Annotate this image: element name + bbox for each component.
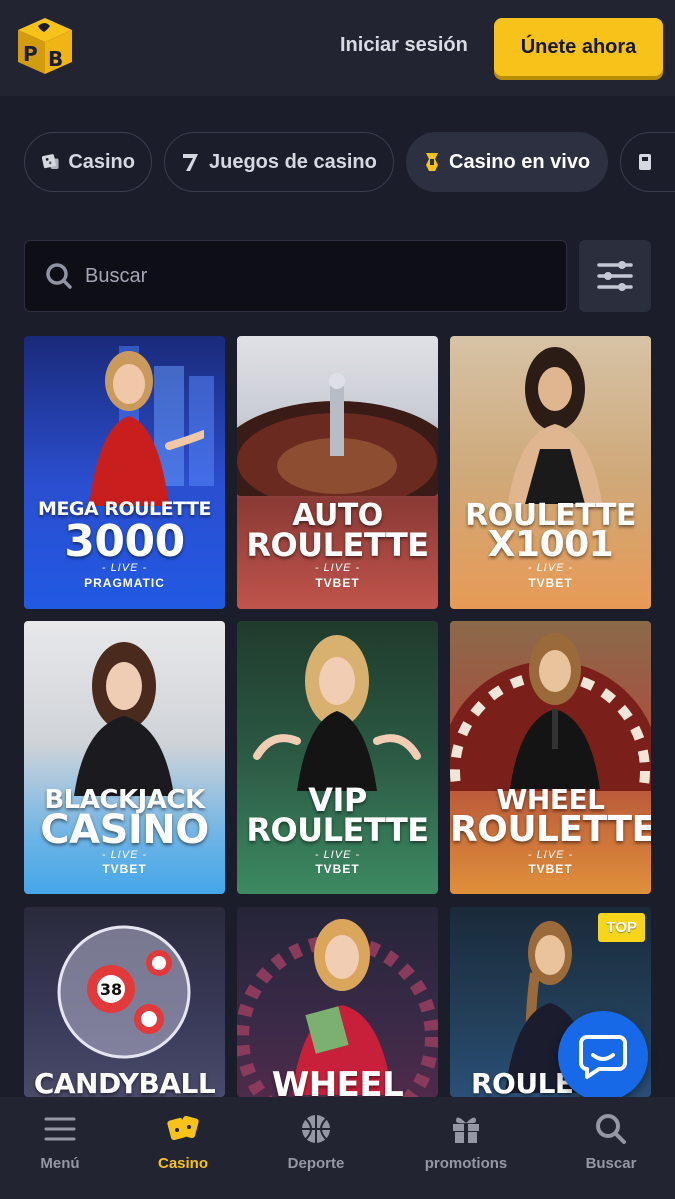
login-link[interactable]: Iniciar sesión (340, 34, 468, 57)
dice-icon (41, 154, 59, 170)
search-icon (46, 263, 72, 289)
category-tabs: Casino Juegos de casino Casino en vivo (24, 132, 675, 192)
search-icon (596, 1114, 626, 1144)
nav-label: Deporte (287, 1155, 345, 1172)
game-title: WHEEL (271, 1065, 404, 1097)
live-label: - LIVE - (527, 849, 574, 861)
basketball-icon (302, 1115, 330, 1143)
game-tile-mega-roulette[interactable]: MEGA ROULETTE 3000 - LIVE - PRAGMATIC (24, 336, 225, 609)
cards-icon (639, 154, 651, 170)
nav-search[interactable]: Buscar (571, 1097, 651, 1199)
nav-casino[interactable]: Casino (143, 1097, 223, 1199)
game-tile-wheel[interactable]: WHEEL (237, 907, 438, 1097)
game-tile-blackjack-casino[interactable]: BLACKJACK CASINO - LIVE - TVBET (24, 621, 225, 894)
live-casino-icon (426, 153, 438, 171)
game-subtitle: X1001 (487, 524, 614, 565)
game-subtitle: CASINO (40, 807, 209, 853)
nav-label: promotions (424, 1155, 508, 1172)
top-badge: TOP (598, 913, 645, 942)
search-input[interactable] (85, 264, 505, 288)
page: P B Iniciar sesión Únete ahora Casino Ju… (0, 0, 675, 1199)
dealer-image (89, 351, 204, 506)
live-label: - LIVE - (527, 562, 574, 574)
nav-label: Menú (40, 1155, 80, 1172)
casino-icon (167, 1115, 199, 1141)
brand-logo[interactable]: P B (14, 16, 76, 78)
provider-label: TVBET (102, 862, 147, 876)
provider-label: TVBET (528, 576, 573, 590)
provider-label: TVBET (315, 576, 360, 590)
header: P B Iniciar sesión Únete ahora (0, 0, 675, 96)
provider-label: TVBET (528, 862, 573, 876)
tab-live-casino[interactable]: Casino en vivo (406, 132, 608, 192)
svg-text:38: 38 (100, 980, 122, 999)
game-tile-candyball[interactable]: 38 CANDYBALL (24, 907, 225, 1097)
tab-label: Casino (68, 150, 135, 173)
game-tile-vip-roulette[interactable]: VIP ROULETTE - LIVE - TVBET (237, 621, 438, 894)
game-subtitle: ROULETTE (246, 526, 429, 564)
filter-button[interactable] (579, 240, 651, 312)
search-box (24, 240, 567, 312)
game-tile-auto-roulette[interactable]: AUTO ROULETTE - LIVE - TVBET (237, 336, 438, 609)
live-label: - LIVE - (101, 562, 148, 574)
nav-promotions[interactable]: promotions (416, 1097, 516, 1199)
dealer-image (510, 633, 600, 789)
game-tile-wheel-roulette[interactable]: WHEEL ROULETTE - LIVE - TVBET (450, 621, 651, 894)
join-now-button[interactable]: Únete ahora (494, 18, 663, 76)
bottom-navigation: Menú Casino Deporte promotions Buscar (0, 1097, 675, 1199)
tab-casino[interactable]: Casino (24, 132, 152, 192)
nav-label: Buscar (585, 1155, 637, 1172)
svg-text:P: P (23, 42, 38, 66)
nav-label: Casino (157, 1155, 208, 1172)
game-subtitle: 3000 (64, 516, 185, 567)
tab-casino-games[interactable]: Juegos de casino (164, 132, 394, 192)
live-label: - LIVE - (101, 849, 148, 861)
sliders-icon (597, 261, 633, 291)
game-subtitle: ROULETTE (450, 809, 651, 850)
dealer-image (508, 347, 602, 504)
roulette-wheel-image (237, 373, 438, 496)
provider-label: PRAGMATIC (84, 576, 165, 590)
game-title: CANDYBALL (33, 1067, 216, 1097)
nav-sport[interactable]: Deporte (276, 1097, 356, 1199)
hamburger-icon (44, 1117, 76, 1141)
game-subtitle: ROULETTE (246, 811, 429, 849)
live-label: - LIVE - (314, 562, 361, 574)
live-chat-button[interactable] (558, 1011, 648, 1101)
tab-more[interactable] (620, 132, 675, 192)
game-tile-roulette-x1001[interactable]: ROULETTE X1001 - LIVE - TVBET (450, 336, 651, 609)
tab-label: Casino en vivo (449, 150, 591, 173)
nav-menu[interactable]: Menú (20, 1097, 100, 1199)
dealer-image (74, 642, 174, 796)
live-label: - LIVE - (314, 849, 361, 861)
chat-icon (579, 1035, 627, 1079)
provider-label: TVBET (315, 862, 360, 876)
tab-label: Juegos de casino (209, 150, 377, 173)
lottery-ball-image: 38 (57, 925, 191, 1059)
svg-text:B: B (48, 47, 63, 71)
dealer-image (253, 635, 421, 791)
seven-icon (183, 154, 198, 171)
gift-icon (453, 1117, 479, 1143)
